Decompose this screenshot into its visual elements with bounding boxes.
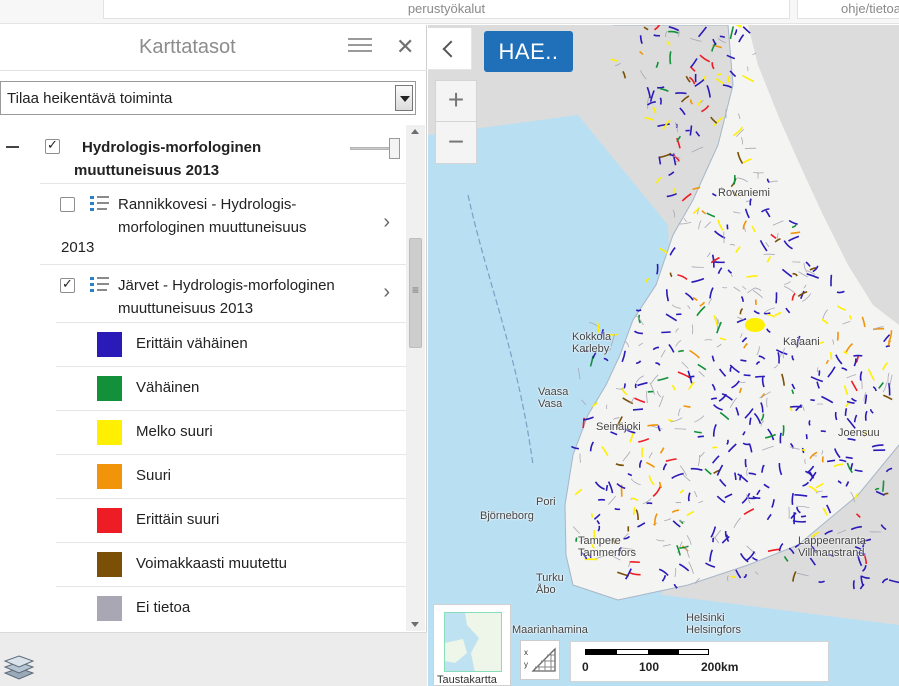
layer-name: Rannikkovesi - Hydrologis- morfologinen … [118, 196, 307, 236]
scale-label: 200km [701, 660, 739, 674]
background-map-label: Taustakartta [437, 674, 497, 686]
scroll-down-icon[interactable] [411, 622, 419, 627]
zoom-out-button[interactable]: − [436, 123, 476, 164]
legend-item: Voimakkaasti muutettu [56, 542, 406, 586]
service-select-value: Tilaa heikentävä toiminta [7, 90, 173, 107]
place-label: Helsinki [686, 612, 725, 624]
legend-item: Vähäinen [56, 366, 406, 410]
legend-item: Ei tietoa [56, 586, 406, 630]
tab-basic-tools[interactable]: perustyökalut [103, 0, 790, 19]
legend-item: Suuri [56, 454, 406, 498]
menu-icon[interactable] [348, 38, 372, 58]
map-canvas[interactable] [428, 25, 899, 686]
legend-label: Erittäin suuri [136, 511, 220, 528]
scale-bar-graphic [585, 649, 709, 655]
zoom-control: + − [435, 80, 477, 164]
zoom-in-button[interactable]: + [436, 81, 476, 122]
place-label: Lappeenranta [798, 535, 866, 547]
collapse-icon[interactable] [6, 146, 19, 148]
background-map-selector[interactable]: Taustakartta [433, 604, 511, 686]
legend-label: Melko suuri [136, 423, 213, 440]
legend-label: Ei tietoa [136, 599, 191, 616]
scale-label: 100 [639, 660, 660, 674]
svg-text:y: y [524, 660, 528, 669]
legend-label: Vähäinen [136, 379, 200, 396]
coordinate-grid-icon: x y [524, 647, 556, 672]
scrollbar-thumb[interactable] [409, 238, 422, 348]
legend-swatch [97, 376, 122, 401]
place-label: Helsingfors [686, 624, 742, 636]
place-label: Villmanstrand [798, 547, 865, 559]
close-icon[interactable]: ✕ [396, 34, 414, 60]
legend-swatch [97, 332, 122, 357]
scale-label: 0 [582, 660, 589, 674]
place-label: Tampere [578, 535, 621, 547]
map-view[interactable]: HAE.. + − Kokkola Karleby Vaasa Vasa Sei… [428, 25, 899, 686]
scrollbar[interactable] [406, 125, 425, 631]
legend-swatch [97, 508, 122, 533]
panel-title: Karttatasot [139, 36, 236, 58]
layer-list: Hydrologis-morfologinen muuttuneisuus 20… [0, 125, 406, 631]
place-label: Kajaani [783, 336, 820, 348]
place-label: Kokkola [572, 331, 612, 343]
chevron-right-icon[interactable]: › [383, 211, 390, 234]
group-name: Hydrologis-morfologinen muuttuneisuus 20… [74, 139, 262, 179]
legend-label: Voimakkaasti muutettu [136, 555, 287, 572]
group-checkbox[interactable] [45, 137, 60, 154]
layer-group: Hydrologis-morfologinen muuttuneisuus 20… [0, 125, 406, 182]
legend-list-icon[interactable] [90, 277, 112, 297]
place-label: Turku [536, 572, 564, 584]
layers-icon[interactable] [3, 651, 35, 681]
legend-item: Erittäin vähäinen [56, 322, 406, 366]
layer-checkbox[interactable] [60, 276, 75, 293]
search-button[interactable]: HAE.. [484, 31, 573, 72]
legend-swatch [97, 552, 122, 577]
place-label: Seinäjoki [596, 421, 641, 433]
panel-footer [0, 632, 427, 686]
layer-item[interactable]: Rannikkovesi - Hydrologis- morfologinen … [40, 183, 406, 264]
legend-list-icon[interactable] [90, 196, 112, 216]
scale-bar: 0 100 200km [570, 641, 829, 682]
scroll-up-icon[interactable] [411, 129, 419, 134]
legend-swatch [97, 464, 122, 489]
place-label: Vasa [538, 398, 563, 410]
place-label: Åbo [536, 584, 556, 596]
chevron-right-icon[interactable]: › [383, 281, 390, 304]
legend-label: Suuri [136, 467, 172, 484]
panel-header: Karttatasot ✕ [0, 25, 427, 71]
opacity-slider-handle[interactable] [389, 138, 400, 159]
legend-item: Melko suuri [56, 410, 406, 454]
place-label: Pori [536, 496, 556, 508]
place-label: Joensuu [838, 427, 880, 439]
place-label: Tammerfors [578, 547, 637, 559]
layer-panel: Karttatasot ✕ Tilaa heikentävä toiminta … [0, 25, 427, 686]
top-toolbar: perustyökalut ohje/tietoa [0, 0, 899, 24]
app-window: perustyökalut ohje/tietoa Karttatasot ✕ … [0, 0, 899, 686]
place-label: Maarianhamina [512, 624, 588, 636]
background-map-thumbnail[interactable] [444, 612, 502, 672]
place-label: Karleby [572, 343, 610, 355]
legend-swatch [97, 420, 122, 445]
chevron-down-icon[interactable] [395, 85, 413, 111]
coordinate-tool-button[interactable]: x y [520, 640, 560, 680]
tab-help[interactable]: ohje/tietoa [797, 0, 899, 19]
place-label: Rovaniemi [718, 187, 770, 199]
service-select[interactable]: Tilaa heikentävä toiminta [0, 81, 416, 115]
opacity-slider[interactable] [350, 138, 400, 160]
place-label: Vaasa [538, 386, 569, 398]
svg-text:x: x [524, 648, 528, 657]
legend-label: Erittäin vähäinen [136, 335, 248, 352]
layer-name: Järvet - Hydrologis-morfologinen muuttun… [118, 277, 335, 317]
legend-swatch [97, 596, 122, 621]
legend-item: Erittäin suuri [56, 498, 406, 542]
place-label: Björneborg [480, 510, 534, 522]
layer-item[interactable]: Järvet - Hydrologis-morfologinen muuttun… [40, 264, 406, 322]
layer-checkbox[interactable] [60, 197, 75, 212]
collapse-panel-button[interactable] [428, 28, 472, 70]
